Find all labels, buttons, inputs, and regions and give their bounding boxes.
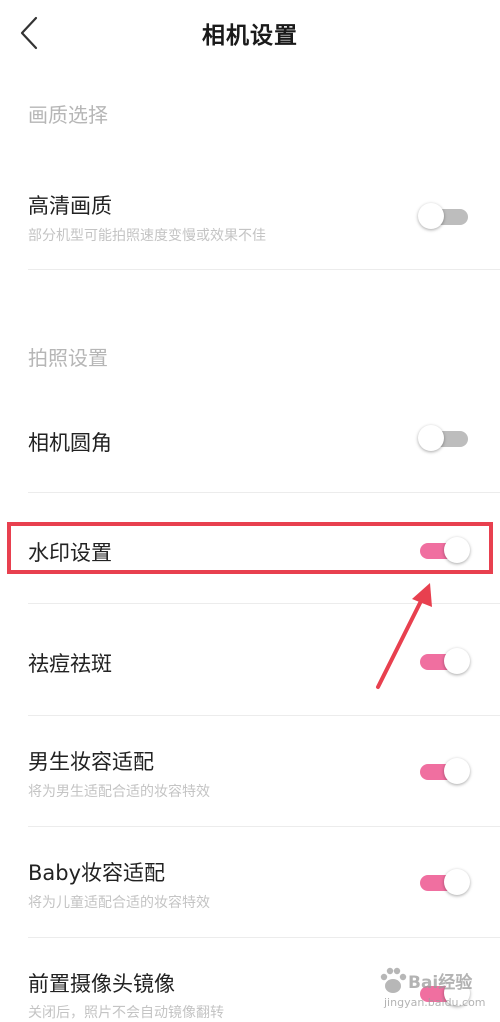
setting-description: 将为男生适配合适的妆容特效 <box>28 784 210 800</box>
setting-label: 相机圆角 <box>28 431 112 455</box>
setting-row-baby-makeup: Baby妆容适配 将为儿童适配合适的妆容特效 <box>0 827 500 938</box>
rounded-corners-toggle[interactable] <box>418 424 470 452</box>
annotation-highlight-box <box>7 522 493 574</box>
baidu-jingyan-watermark: Bai经验 jingyan.baidu.com <box>378 966 498 1016</box>
setting-row-rounded-corners: 相机圆角 <box>0 403 500 493</box>
watermark-text: Bai经验 <box>408 973 473 993</box>
annotation-arrow-icon <box>376 583 432 689</box>
section-title-quality: 画质选择 <box>28 103 108 127</box>
divider <box>28 269 500 270</box>
setting-label: 祛痘祛斑 <box>28 652 112 676</box>
header-bar: 相机设置 <box>0 0 500 68</box>
setting-label: 前置摄像头镜像 <box>28 972 175 996</box>
setting-row-male-makeup: 男生妆容适配 将为男生适配合适的妆容特效 <box>0 716 500 827</box>
baby-makeup-toggle[interactable] <box>418 868 470 896</box>
setting-label: 高清画质 <box>28 194 112 218</box>
setting-description: 关闭后，照片不会自动镜像翻转 <box>28 1005 224 1021</box>
toggle-knob <box>418 203 444 229</box>
hd-quality-toggle[interactable] <box>418 202 470 230</box>
setting-description: 部分机型可能拍照速度变慢或效果不佳 <box>28 228 266 244</box>
setting-description: 将为儿童适配合适的妆容特效 <box>28 895 210 911</box>
toggle-knob <box>444 758 470 784</box>
setting-label: Baby妆容适配 <box>28 861 166 885</box>
setting-label: 男生妆容适配 <box>28 750 154 774</box>
section-title-photo: 拍照设置 <box>28 346 108 370</box>
page-title: 相机设置 <box>202 23 298 49</box>
toggle-knob <box>418 425 444 451</box>
toggle-knob <box>444 869 470 895</box>
paw-logo-icon <box>380 967 407 993</box>
watermark-url: jingyan.baidu.com <box>384 996 486 1009</box>
setting-row-hd: 高清画质 部分机型可能拍照速度变慢或效果不佳 <box>0 180 500 270</box>
male-makeup-toggle[interactable] <box>418 757 470 785</box>
